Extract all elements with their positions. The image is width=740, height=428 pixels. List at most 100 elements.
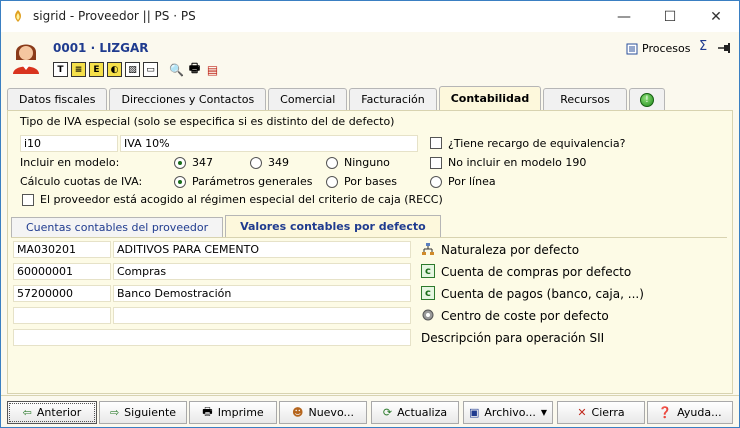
avatar xyxy=(9,38,43,74)
ayuda-button[interactable]: ❓ Ayuda... xyxy=(647,401,733,424)
text-icon[interactable]: T xyxy=(53,62,68,77)
record-header: 0001 · LIZGAR T ≡ E ◐ ▧ ▭ 🔍 🖶 ▤ Procesos… xyxy=(1,32,739,84)
close-icon: ✕ xyxy=(577,406,587,419)
compras-label: Cuenta de compras por defecto xyxy=(441,265,632,279)
pdf-icon[interactable]: ▤ xyxy=(205,62,220,77)
account-icon[interactable]: c xyxy=(421,264,435,278)
minimize-button[interactable]: — xyxy=(601,1,647,32)
no-incluir-190-checkbox[interactable] xyxy=(430,157,442,169)
close-window-button[interactable]: ✕ xyxy=(693,1,739,32)
refresh-icon: ⟳ xyxy=(382,406,393,419)
cierra-label: Cierra xyxy=(591,406,625,419)
tab-facturacion[interactable]: Facturación xyxy=(349,88,437,110)
radio-347-label: 347 xyxy=(192,156,213,169)
title-bar: sigrid - Proveedor || PS · PS — ☐ ✕ xyxy=(1,1,739,32)
save-icon: ▣ xyxy=(469,406,480,419)
gear-icon[interactable] xyxy=(421,308,435,322)
naturaleza-label: Naturaleza por defecto xyxy=(441,243,580,257)
pagos-value-input[interactable]: Banco Demostración xyxy=(113,285,411,302)
app-logo-icon xyxy=(15,10,21,22)
cierra-button[interactable]: ✕ Cierra xyxy=(557,401,645,424)
tab-extra[interactable]: ! xyxy=(628,88,665,110)
descripcion-sii-label: Descripción para operación SII xyxy=(421,331,605,345)
account-icon[interactable]: c xyxy=(421,286,435,300)
nuevo-button[interactable]: ☻ Nuevo... xyxy=(279,401,367,424)
radio-349-label: 349 xyxy=(268,156,289,169)
radio-347[interactable] xyxy=(174,157,186,169)
arrow-left-icon: ⇦ xyxy=(22,406,32,419)
siguiente-button[interactable]: ⇨ Siguiente xyxy=(99,401,187,424)
chart-icon[interactable]: ◐ xyxy=(107,62,122,77)
info-green-icon: ! xyxy=(639,92,654,107)
recargo-checkbox[interactable] xyxy=(430,137,442,149)
print-icon[interactable]: 🖶 xyxy=(187,61,202,77)
compras-value-input[interactable]: Compras xyxy=(113,263,411,280)
actualiza-label: Actualiza xyxy=(397,406,448,419)
tab-contabilidad[interactable]: Contabilidad xyxy=(438,86,542,110)
recc-label: El proveedor está acogido al régimen esp… xyxy=(40,193,443,206)
anterior-button[interactable]: ⇦ Anterior xyxy=(7,401,97,424)
sigma-icon[interactable]: Σ xyxy=(699,39,707,54)
iva-code-input[interactable]: i10 xyxy=(20,135,118,152)
chevron-down-icon: ▼ xyxy=(540,408,547,417)
radio-ninguno[interactable] xyxy=(326,157,338,169)
iva-section-label: Tipo de IVA especial (solo se especifica… xyxy=(20,115,395,128)
window-title: sigrid - Proveedor || PS · PS xyxy=(33,9,196,23)
pattern-icon[interactable]: ▧ xyxy=(125,62,140,77)
footer-toolbar: ⇦ Anterior ⇨ Siguiente 🖶 Imprime ☻ Nuevo… xyxy=(1,395,739,427)
pin-icon[interactable] xyxy=(717,42,733,54)
tree-icon[interactable] xyxy=(421,242,435,256)
naturaleza-code-input[interactable]: MA030201 xyxy=(13,241,111,258)
list-icon[interactable]: ≡ xyxy=(71,62,86,77)
radio-por-bases[interactable] xyxy=(326,176,338,188)
procesos-button[interactable]: Procesos xyxy=(626,42,690,55)
incluir-label: Incluir en modelo: xyxy=(20,156,120,169)
maximize-button[interactable]: ☐ xyxy=(647,1,693,32)
edit-icon[interactable]: E xyxy=(89,62,104,77)
tab-comercial[interactable]: Comercial xyxy=(268,88,348,110)
centro-coste-code-input[interactable] xyxy=(13,307,111,324)
subtab-valores-defecto[interactable]: Valores contables por defecto xyxy=(225,215,441,237)
new-user-icon: ☻ xyxy=(292,406,304,419)
no-incluir-190-label: No incluir en modelo 190 xyxy=(448,156,587,169)
radio-por-linea-label: Por línea xyxy=(448,175,496,188)
valores-defecto-panel: MA030201 ADITIVOS PARA CEMENTO Naturalez… xyxy=(11,237,727,389)
archivo-label: Archivo... xyxy=(484,406,536,419)
descripcion-sii-input[interactable] xyxy=(13,329,411,346)
naturaleza-value-input[interactable]: ADITIVOS PARA CEMENTO xyxy=(113,241,411,258)
radio-parametros-label: Parámetros generales xyxy=(192,175,313,188)
sub-tabs: Cuentas contables del proveedor Valores … xyxy=(11,215,443,237)
record-title: 0001 · LIZGAR xyxy=(53,41,149,55)
procesos-label: Procesos xyxy=(642,42,691,55)
form-icon[interactable]: ▭ xyxy=(143,62,158,77)
calculo-label: Cálculo cuotas de IVA: xyxy=(20,175,143,188)
ayuda-label: Ayuda... xyxy=(677,406,722,419)
imprime-button[interactable]: 🖶 Imprime xyxy=(189,401,277,424)
main-tabs: Datos fiscales Direcciones y Contactos C… xyxy=(7,86,667,110)
pagos-code-input[interactable]: 57200000 xyxy=(13,285,111,302)
tab-recursos[interactable]: Recursos xyxy=(543,88,627,110)
iva-description-input[interactable]: IVA 10% xyxy=(120,135,418,152)
record-toolbar: T ≡ E ◐ ▧ ▭ 🔍 🖶 ▤ xyxy=(53,61,220,77)
imprime-label: Imprime xyxy=(217,406,264,419)
recc-checkbox[interactable] xyxy=(22,194,34,206)
preview-icon[interactable]: 🔍 xyxy=(169,62,184,77)
centro-coste-value-input[interactable] xyxy=(113,307,411,324)
nuevo-label: Nuevo... xyxy=(308,406,354,419)
recargo-label: ¿Tiene recargo de equivalencia? xyxy=(448,137,626,150)
tab-datos-fiscales[interactable]: Datos fiscales xyxy=(7,88,108,110)
subtab-cuentas-proveedor[interactable]: Cuentas contables del proveedor xyxy=(11,217,224,237)
pagos-label: Cuenta de pagos (banco, caja, ...) xyxy=(441,287,644,301)
archivo-button[interactable]: ▣ Archivo... ▼ xyxy=(463,401,553,424)
compras-code-input[interactable]: 60000001 xyxy=(13,263,111,280)
help-icon: ❓ xyxy=(658,406,673,419)
actualiza-button[interactable]: ⟳ Actualiza xyxy=(371,401,459,424)
arrow-right-icon: ⇨ xyxy=(109,406,120,419)
tab-direcciones[interactable]: Direcciones y Contactos xyxy=(109,88,267,110)
radio-parametros-generales[interactable] xyxy=(174,176,186,188)
radio-349[interactable] xyxy=(250,157,262,169)
siguiente-label: Siguiente xyxy=(124,406,177,419)
print-icon: 🖶 xyxy=(202,405,213,418)
radio-ninguno-label: Ninguno xyxy=(344,156,390,169)
radio-por-linea[interactable] xyxy=(430,176,442,188)
